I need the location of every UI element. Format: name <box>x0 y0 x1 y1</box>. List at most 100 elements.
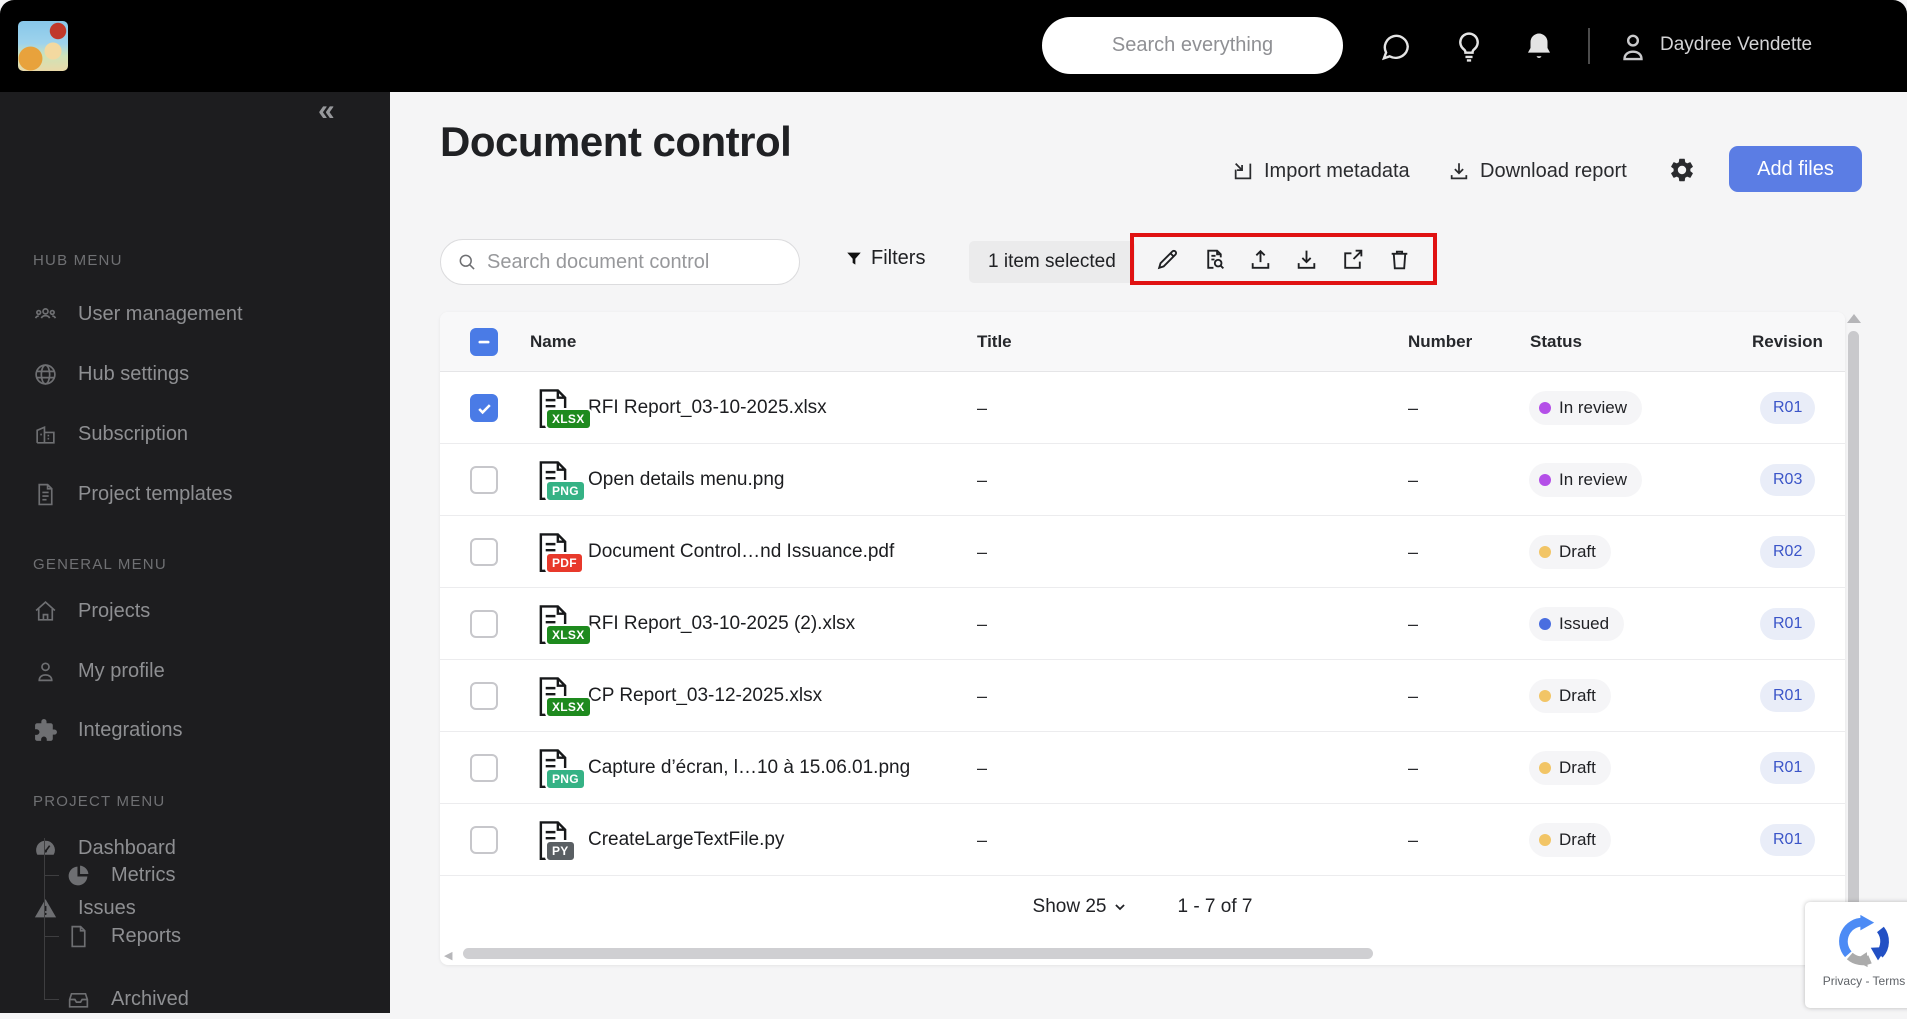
column-number[interactable]: Number <box>1408 312 1472 372</box>
pie-chart-icon <box>66 863 91 888</box>
sidebar-item-reports[interactable]: Reports <box>66 916 181 956</box>
row-checkbox[interactable] <box>470 466 498 494</box>
sidebar-item-projects[interactable]: Projects <box>33 591 150 631</box>
revision-badge[interactable]: R01 <box>1760 752 1816 784</box>
pagination: Show 25 1 - 7 of 7 <box>440 876 1845 938</box>
file-name[interactable]: CP Report_03-12-2025.xlsx <box>588 685 822 707</box>
scroll-up-arrow[interactable] <box>1847 314 1861 323</box>
column-status[interactable]: Status <box>1530 312 1582 372</box>
chevron-down-icon <box>1113 900 1127 914</box>
table-row[interactable]: PNG Open details menu.png – – In review … <box>440 444 1845 516</box>
recaptcha-badge[interactable]: Privacy - Terms <box>1805 902 1907 1008</box>
section-hub-menu: HUB MENU <box>33 252 123 269</box>
sidebar-item-integrations[interactable]: Integrations <box>33 710 183 750</box>
row-checkbox[interactable] <box>470 610 498 638</box>
scroll-left-arrow[interactable]: ◀ <box>444 949 452 962</box>
puzzle-icon <box>33 718 58 743</box>
file-preview-icon[interactable] <box>1202 247 1227 272</box>
revision-badge[interactable]: R01 <box>1760 680 1816 712</box>
file-name[interactable]: RFI Report_03-10-2025 (2).xlsx <box>588 613 855 635</box>
horizontal-scrollbar[interactable]: ◀ <box>440 948 1845 962</box>
column-title[interactable]: Title <box>977 312 1012 372</box>
app-logo[interactable] <box>18 21 68 71</box>
lightbulb-icon[interactable] <box>1452 30 1486 64</box>
chat-icon[interactable] <box>1378 30 1412 64</box>
sidebar-item-label: Reports <box>111 924 182 947</box>
user-name[interactable]: Daydree Vendette <box>1660 34 1812 56</box>
row-checkbox[interactable] <box>470 826 498 854</box>
sidebar-item-metrics[interactable]: Metrics <box>66 855 175 895</box>
revision-badge[interactable]: R01 <box>1760 824 1816 856</box>
cell-number: – <box>1408 541 1419 562</box>
file-name[interactable]: Document Control…nd Issuance.pdf <box>588 541 894 563</box>
sidebar-item-archived[interactable]: Archived <box>66 979 189 1019</box>
tree-line <box>44 838 45 1000</box>
sidebar-item-hub-settings[interactable]: Hub settings <box>33 354 189 394</box>
cell-title: – <box>977 397 988 418</box>
status-badge: Draft <box>1529 823 1611 857</box>
column-revision[interactable]: Revision <box>1752 312 1823 372</box>
cell-title: – <box>977 469 988 490</box>
status-label: Draft <box>1559 542 1596 561</box>
download-report-button[interactable]: Download report <box>1448 156 1627 186</box>
building-icon <box>33 422 58 447</box>
file-name[interactable]: Open details menu.png <box>588 469 784 491</box>
select-all-checkbox[interactable] <box>470 328 498 356</box>
table-row[interactable]: XLSX RFI Report_03-10-2025 (2).xlsx – – … <box>440 588 1845 660</box>
status-badge: In review <box>1529 463 1643 497</box>
table-row[interactable]: XLSX CP Report_03-12-2025.xlsx – – Draft… <box>440 660 1845 732</box>
table-row[interactable]: PNG Capture d’écran, l…10 à 15.06.01.png… <box>440 732 1845 804</box>
file-type-icon: PDF <box>536 532 584 574</box>
revision-badge[interactable]: R03 <box>1760 464 1816 496</box>
table-row[interactable]: XLSX RFI Report_03-10-2025.xlsx – – In r… <box>440 372 1845 444</box>
section-general-menu: GENERAL MENU <box>33 556 167 573</box>
recaptcha-terms[interactable]: Privacy - Terms <box>1805 974 1907 988</box>
file-name[interactable]: CreateLargeTextFile.py <box>588 829 784 851</box>
row-checkbox[interactable] <box>470 394 498 422</box>
sidebar-item-label: Subscription <box>78 422 189 445</box>
download-icon[interactable] <box>1294 247 1319 272</box>
sidebar-item-project-templates[interactable]: Project templates <box>33 474 233 514</box>
bell-icon[interactable] <box>1522 30 1556 64</box>
revision-badge[interactable]: R01 <box>1760 392 1816 424</box>
funnel-icon <box>845 250 863 268</box>
import-icon <box>1232 160 1254 182</box>
table-row[interactable]: PDF Document Control…nd Issuance.pdf – –… <box>440 516 1845 588</box>
section-project-menu: PROJECT MENU <box>33 793 166 810</box>
status-dot <box>1539 546 1551 558</box>
file-name[interactable]: RFI Report_03-10-2025.xlsx <box>588 397 827 419</box>
revision-badge[interactable]: R01 <box>1760 608 1816 640</box>
delete-icon[interactable] <box>1387 247 1412 272</box>
vertical-scrollbar-thumb[interactable] <box>1848 331 1859 951</box>
global-search-input[interactable]: Search everything <box>1042 17 1343 74</box>
row-checkbox[interactable] <box>470 754 498 782</box>
edit-icon[interactable] <box>1155 247 1180 272</box>
status-badge: In review <box>1529 391 1643 425</box>
add-files-button[interactable]: Add files <box>1729 146 1862 192</box>
filters-button[interactable]: Filters <box>845 247 925 270</box>
sidebar-item-user-management[interactable]: User management <box>33 294 243 334</box>
table-row[interactable]: PY CreateLargeTextFile.py – – Draft R01 <box>440 804 1845 876</box>
file-type-badge: PNG <box>545 480 586 502</box>
upload-icon[interactable] <box>1248 247 1273 272</box>
document-search-input[interactable]: Search document control <box>440 239 800 285</box>
status-badge: Draft <box>1529 535 1611 569</box>
file-name[interactable]: Capture d’écran, l…10 à 15.06.01.png <box>588 757 910 779</box>
status-label: Draft <box>1559 758 1596 777</box>
file-type-icon: XLSX <box>536 604 592 646</box>
revision-badge[interactable]: R02 <box>1760 536 1816 568</box>
sidebar-item-my-profile[interactable]: My profile <box>33 651 165 691</box>
row-checkbox[interactable] <box>470 538 498 566</box>
column-name[interactable]: Name <box>530 312 576 372</box>
import-metadata-button[interactable]: Import metadata <box>1232 156 1410 186</box>
sidebar-collapse-button[interactable]: « <box>318 94 335 128</box>
horizontal-scrollbar-thumb[interactable] <box>463 948 1373 959</box>
status-dot <box>1539 690 1551 702</box>
page-size-select[interactable]: Show 25 <box>1033 896 1128 918</box>
user-icon[interactable] <box>1616 30 1650 64</box>
gear-icon[interactable] <box>1668 156 1696 184</box>
sidebar-item-subscription[interactable]: Subscription <box>33 414 188 454</box>
row-checkbox[interactable] <box>470 682 498 710</box>
share-icon[interactable] <box>1340 247 1365 272</box>
selection-count-chip: 1 item selected <box>969 241 1135 283</box>
